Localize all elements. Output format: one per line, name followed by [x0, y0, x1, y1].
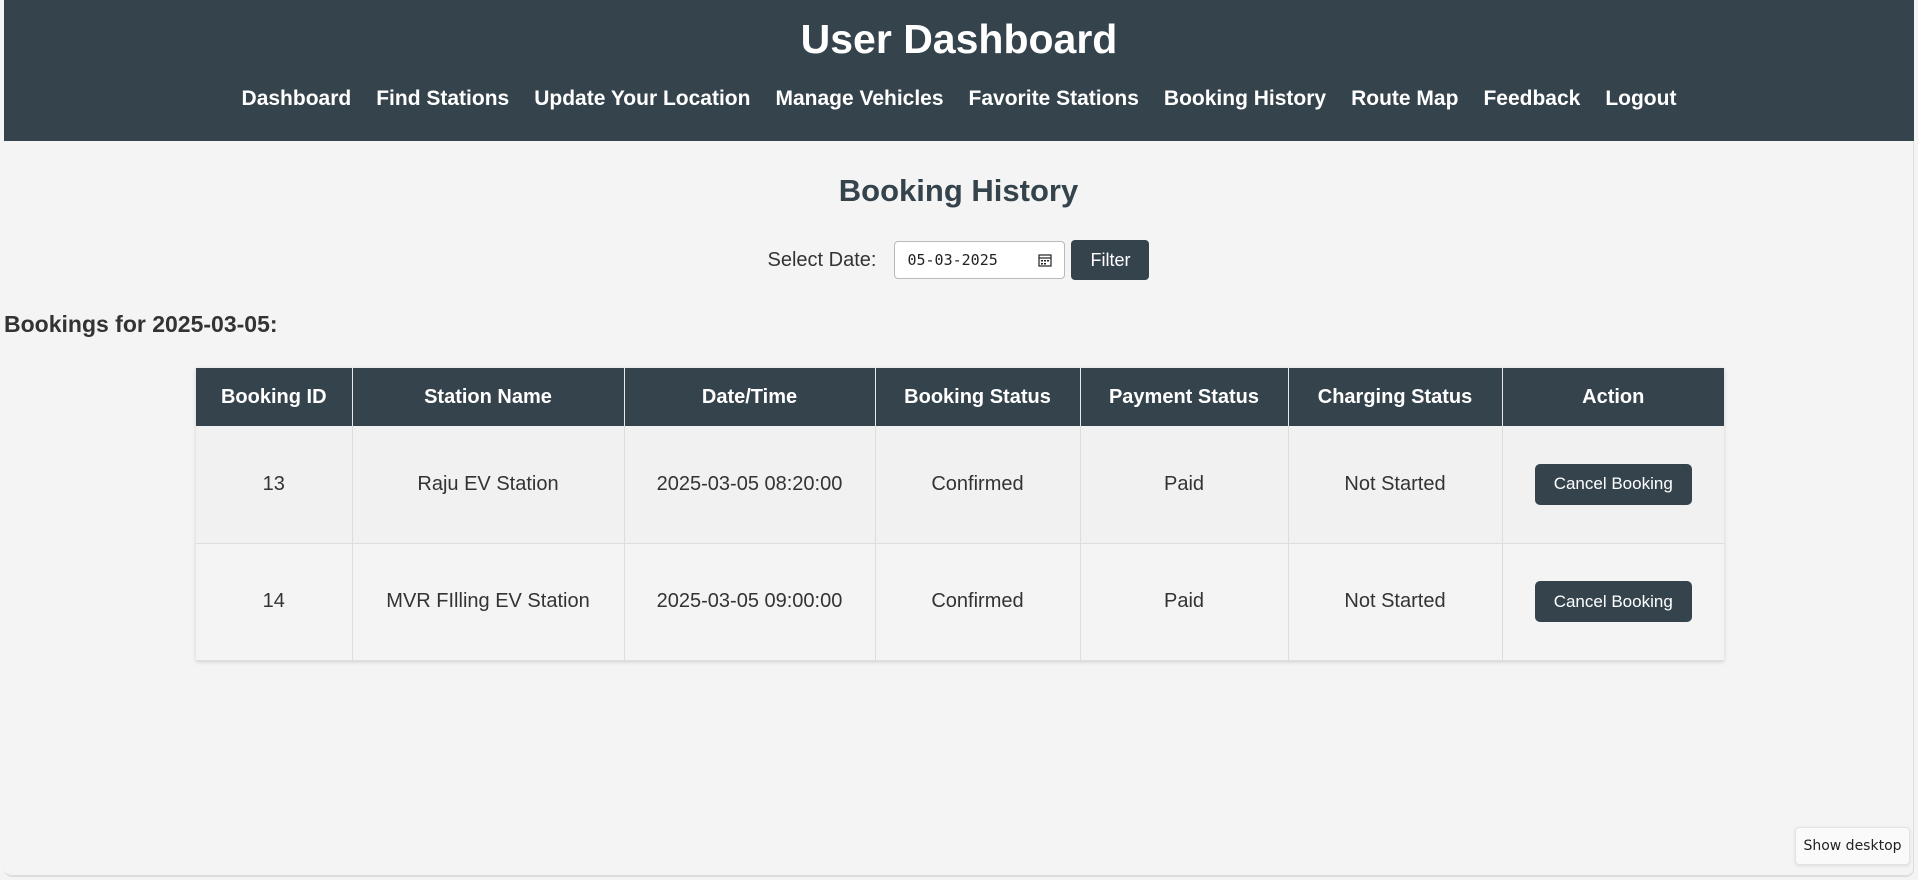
datetime-cell: 2025-03-05 09:00:00	[624, 543, 876, 661]
station-name-cell: MVR FIlling EV Station	[352, 543, 625, 661]
date-input-value: 05-03-2025	[907, 251, 998, 269]
booking-id-cell: 14	[196, 543, 353, 661]
payment-status-cell: Paid	[1080, 543, 1289, 661]
table-row: 14 MVR FIlling EV Station 2025-03-05 09:…	[196, 543, 1724, 661]
table-row: 13 Raju EV Station 2025-03-05 08:20:00 C…	[196, 426, 1724, 544]
action-cell: Cancel Booking	[1502, 426, 1724, 544]
app-title: User Dashboard	[800, 16, 1118, 62]
nav-find-stations[interactable]: Find Stations	[364, 87, 522, 111]
calendar-icon[interactable]	[1038, 253, 1053, 267]
booking-status-cell: Confirmed	[875, 426, 1081, 544]
column-header: Charging Status	[1288, 368, 1503, 426]
date-filter-label: Select Date:	[767, 248, 877, 271]
charging-status-cell: Not Started	[1288, 426, 1503, 544]
nav-update-location[interactable]: Update Your Location	[522, 87, 763, 111]
cancel-booking-button[interactable]: Cancel Booking	[1534, 581, 1692, 622]
main-nav: Dashboard Find Stations Update Your Loca…	[4, 87, 1914, 111]
nav-dashboard[interactable]: Dashboard	[229, 87, 364, 111]
table-header-row: Booking ID Station Name Date/Time Bookin…	[196, 368, 1724, 426]
nav-favorite-stations[interactable]: Favorite Stations	[956, 87, 1151, 111]
payment-status-cell: Paid	[1080, 426, 1289, 544]
datetime-cell: 2025-03-05 08:20:00	[624, 426, 876, 544]
action-cell: Cancel Booking	[1502, 543, 1724, 661]
cancel-booking-button[interactable]: Cancel Booking	[1534, 463, 1692, 505]
column-header: Station Name	[352, 368, 625, 426]
charging-status-cell: Not Started	[1288, 543, 1503, 661]
page-title: Booking History	[838, 173, 1079, 208]
date-input[interactable]: 05-03-2025	[894, 241, 1066, 279]
nav-feedback[interactable]: Feedback	[1471, 87, 1593, 111]
booking-id-cell: 13	[196, 426, 353, 544]
station-name-cell: Raju EV Station	[352, 426, 625, 544]
app-frame: User Dashboard Dashboard Find Stations U…	[4, 0, 1914, 877]
header: User Dashboard Dashboard Find Stations U…	[4, 0, 1914, 141]
column-header: Booking Status	[875, 368, 1081, 426]
filter-button[interactable]: Filter	[1071, 240, 1150, 280]
bookings-table: Booking ID Station Name Date/Time Bookin…	[196, 368, 1724, 661]
column-header: Booking ID	[196, 368, 353, 426]
nav-manage-vehicles[interactable]: Manage Vehicles	[763, 87, 956, 111]
column-header: Action	[1502, 368, 1724, 426]
nav-booking-history[interactable]: Booking History	[1151, 87, 1338, 111]
column-header: Date/Time	[624, 368, 876, 426]
nav-route-map[interactable]: Route Map	[1339, 87, 1471, 111]
nav-logout[interactable]: Logout	[1593, 87, 1689, 111]
booking-status-cell: Confirmed	[875, 543, 1081, 661]
column-header: Payment Status	[1080, 368, 1289, 426]
bookings-heading: Bookings for 2025-03-05:	[4, 311, 278, 337]
date-filter: Select Date: 05-03-2025 Filter	[4, 240, 1913, 280]
show-desktop-tooltip: Show desktop	[1795, 827, 1910, 865]
